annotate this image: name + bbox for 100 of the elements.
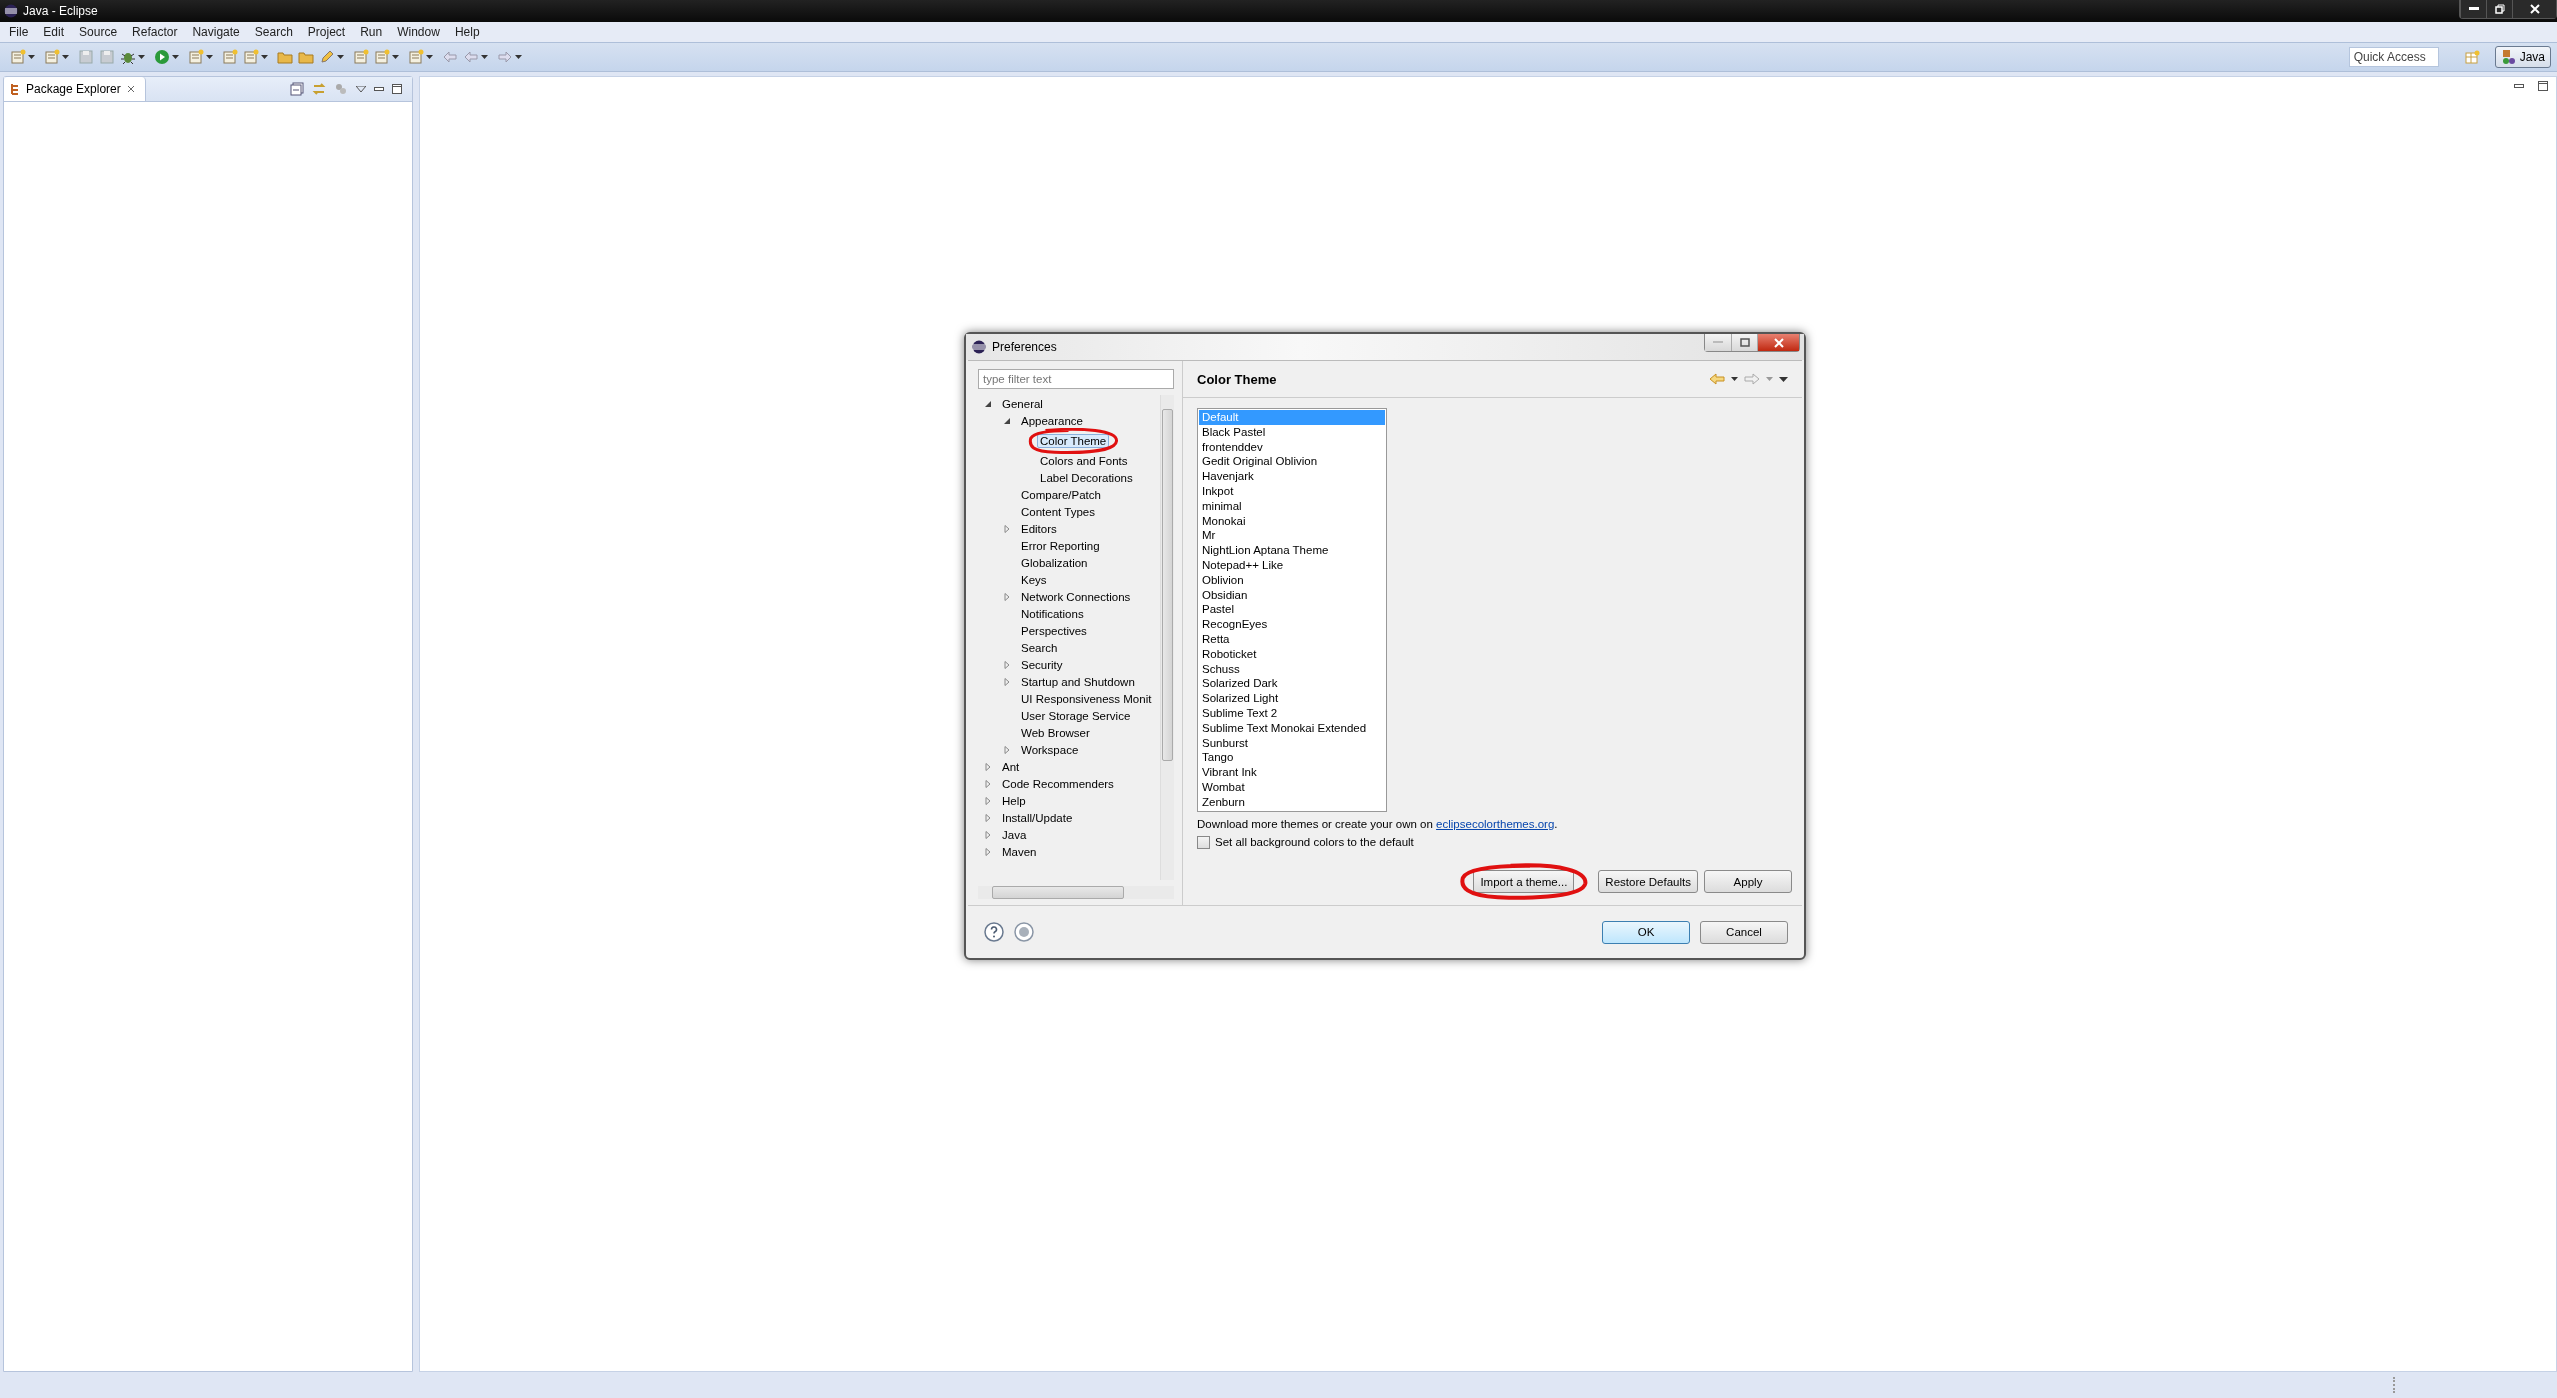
checkbox[interactable] (1197, 835, 1210, 849)
collapsed-arrow-icon[interactable] (984, 796, 992, 805)
save-icon[interactable] (78, 49, 94, 65)
tree-item[interactable]: Maven (999, 844, 1040, 859)
caret-icon[interactable] (261, 55, 268, 59)
collapsed-arrow-icon[interactable] (1003, 660, 1011, 669)
maximize-icon[interactable] (392, 84, 402, 94)
tree-item[interactable]: Startup and Shutdown (1018, 674, 1138, 689)
list-item[interactable]: Oblivion (1199, 572, 1385, 588)
tree-item[interactable]: Globalization (1018, 555, 1091, 570)
record-icon[interactable] (1014, 922, 1034, 942)
caret-icon[interactable] (206, 55, 213, 59)
menu-item[interactable]: Search (247, 25, 301, 39)
list-item[interactable]: NightLion Aptana Theme (1199, 543, 1385, 558)
caret-icon[interactable] (172, 55, 179, 59)
back-arrow-icon[interactable] (1709, 373, 1725, 385)
tree-item[interactable]: Colors and Fonts (1037, 453, 1131, 468)
restore-button[interactable] (2486, 0, 2512, 18)
close-icon[interactable] (126, 85, 135, 93)
tree-item[interactable]: Label Decorations (1037, 470, 1136, 485)
list-item[interactable]: frontenddev (1199, 439, 1385, 455)
package-explorer-tab[interactable]: Package Explorer (4, 77, 146, 101)
list-item[interactable]: Sunburst (1199, 735, 1385, 751)
list-item[interactable]: Tango (1199, 750, 1385, 766)
list-item[interactable]: Solarized Dark (1199, 676, 1385, 692)
tree-item[interactable]: Keys (1018, 572, 1050, 587)
list-item[interactable]: Havenjark (1199, 469, 1385, 484)
tree-item[interactable]: Search (1018, 640, 1061, 655)
list-item[interactable]: Obsidian (1199, 587, 1385, 603)
caret-icon[interactable] (426, 55, 433, 59)
tree-item[interactable]: Ant (999, 759, 1023, 774)
tree-item[interactable]: Code Recommenders (999, 776, 1117, 791)
view-menu-icon[interactable] (1779, 376, 1788, 382)
open-folder-icon[interactable] (277, 49, 293, 65)
page-button[interactable]: Restore Defaults (1598, 870, 1698, 893)
list-item[interactable]: Wombat (1199, 779, 1385, 795)
back-edit-icon[interactable] (442, 49, 458, 65)
caret-icon[interactable] (481, 55, 488, 59)
list-item[interactable]: Zenburn (1199, 794, 1385, 810)
page-button[interactable]: Import a theme... (1473, 870, 1575, 893)
list-item[interactable]: Roboticket (1199, 646, 1385, 662)
list-item[interactable]: Notepad++ Like (1199, 557, 1385, 573)
caret-icon[interactable] (1731, 377, 1738, 381)
maximize-icon[interactable] (2538, 81, 2548, 91)
tree-item[interactable]: Help (999, 793, 1029, 808)
tree-item[interactable]: User Storage Service (1018, 708, 1134, 723)
menu-item[interactable]: Window (390, 25, 448, 39)
collapsed-arrow-icon[interactable] (1003, 677, 1011, 686)
save-all-icon[interactable] (99, 49, 115, 65)
expanded-arrow-icon[interactable] (984, 399, 992, 408)
tree-item[interactable]: Appearance (1018, 413, 1087, 428)
collapsed-arrow-icon[interactable] (1003, 745, 1011, 754)
link-arrows-icon[interactable] (312, 82, 326, 96)
tree-item[interactable]: Compare/Patch (1018, 487, 1104, 502)
list-item[interactable]: RecognEyes (1199, 617, 1385, 632)
tree-item[interactable]: Workspace (1018, 742, 1082, 757)
filter-field[interactable]: type filter text (978, 369, 1174, 389)
menu-item[interactable]: File (2, 25, 37, 39)
caret-icon[interactable] (28, 55, 35, 59)
minimize-button[interactable] (2460, 0, 2486, 18)
maximize-button[interactable] (1731, 334, 1757, 351)
list-item[interactable]: Vibrant Ink (1199, 765, 1385, 780)
forward-arrow-icon[interactable] (1744, 373, 1760, 385)
collapsed-arrow-icon[interactable] (1003, 524, 1011, 533)
menu-item[interactable]: Navigate (185, 25, 248, 39)
list-item[interactable]: minimal (1199, 498, 1385, 514)
tree-item[interactable]: Error Reporting (1018, 538, 1103, 553)
collapsed-arrow-icon[interactable] (984, 779, 992, 788)
menu-item[interactable]: Help (447, 25, 488, 39)
tree-item[interactable]: Editors (1018, 521, 1060, 536)
menu-item[interactable]: Edit (36, 25, 73, 39)
tree-item[interactable]: UI Responsiveness Monit (1018, 691, 1155, 706)
list-item[interactable]: Solarized Light (1199, 691, 1385, 706)
minimize-icon[interactable] (374, 87, 384, 91)
run-icon[interactable] (154, 49, 170, 65)
close-button[interactable] (2512, 0, 2556, 18)
tree-item[interactable]: Notifications (1018, 606, 1087, 621)
list-item[interactable]: Pastel (1199, 602, 1385, 618)
tree-item[interactable]: General (999, 396, 1046, 411)
perspective-button[interactable]: Java (2494, 46, 2551, 68)
menu-item[interactable]: Refactor (125, 25, 186, 39)
page-button[interactable]: Apply (1704, 870, 1792, 893)
tree-item[interactable]: Color Theme (1037, 433, 1110, 448)
collapsed-arrow-icon[interactable] (984, 813, 992, 822)
tree-item[interactable]: Network Connections (1018, 589, 1134, 604)
tree-item[interactable]: Content Types (1018, 504, 1098, 519)
help-icon[interactable] (984, 922, 1004, 942)
collapsed-arrow-icon[interactable] (984, 762, 992, 771)
open-perspective-icon[interactable] (2463, 49, 2480, 65)
collapse-all-icon[interactable] (290, 82, 304, 96)
list-item[interactable]: Retta (1199, 631, 1385, 647)
caret-icon[interactable] (392, 55, 399, 59)
list-item[interactable]: Sublime Text 2 (1199, 705, 1385, 721)
close-button[interactable] (1757, 334, 1799, 351)
caret-icon[interactable] (138, 55, 145, 59)
menu-item[interactable]: Run (353, 25, 391, 39)
horizontal-scrollbar[interactable] (978, 886, 1174, 899)
caret-icon[interactable] (337, 55, 344, 59)
list-item[interactable]: Black Pastel (1199, 424, 1385, 440)
menu-item[interactable]: Source (72, 25, 126, 39)
